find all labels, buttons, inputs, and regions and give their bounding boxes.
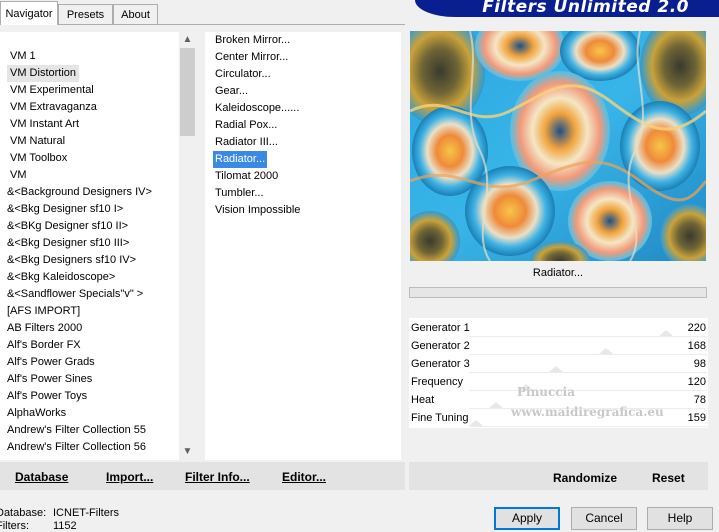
- category-item[interactable]: &<Background Designers IV>: [4, 184, 155, 201]
- filter-item[interactable]: Vision Impossible: [213, 202, 302, 219]
- category-item[interactable]: &<Bkg Designers sf10 IV>: [4, 252, 139, 269]
- category-item[interactable]: VM 1: [7, 48, 39, 65]
- slider-thumb-icon[interactable]: [489, 402, 503, 408]
- category-item[interactable]: VM Toolbox: [7, 150, 70, 167]
- tab-about[interactable]: About: [113, 4, 158, 24]
- category-item[interactable]: VM Distortion: [7, 65, 80, 82]
- cancel-button[interactable]: Cancel: [571, 507, 637, 530]
- parameter-name: Generator 3: [411, 358, 470, 370]
- category-item[interactable]: &<Bkg Kaleidoscope>: [4, 269, 118, 286]
- parameter-name: Frequency: [411, 376, 463, 388]
- slider-thumb-icon[interactable]: [469, 420, 483, 426]
- category-item[interactable]: AlphaWorks: [4, 405, 69, 422]
- category-item[interactable]: VM Extravaganza: [7, 99, 100, 116]
- filter-item[interactable]: Tilomat 2000: [213, 168, 280, 185]
- chevron-down-icon[interactable]: ▼: [179, 444, 196, 460]
- category-item[interactable]: AB Filters 2000: [4, 320, 85, 337]
- parameter-name: Generator 1: [411, 322, 470, 334]
- tab-navigator[interactable]: Navigator: [0, 1, 58, 25]
- parameter-value: 78: [693, 394, 706, 406]
- filter-item[interactable]: Circulator...: [213, 66, 273, 83]
- filters-status-value: 1152: [53, 520, 77, 532]
- slider-thumb-icon[interactable]: [549, 366, 563, 372]
- parameter-name: Fine Tuning: [411, 412, 469, 424]
- filters-status-label: Filters:: [0, 520, 29, 532]
- watermark-line1: Pinuccia: [517, 385, 575, 399]
- tab-navigator-label: Navigator: [5, 8, 53, 20]
- slider-thumb-icon[interactable]: [599, 348, 613, 354]
- category-item[interactable]: &<Bkg Designer sf10 I>: [4, 201, 126, 218]
- apply-button[interactable]: Apply: [494, 507, 560, 530]
- parameter-panel: Generator 1 220 Generator 2 168 Generator 39…: [409, 318, 708, 428]
- title-banner: Filters Unlimited 2.0: [415, 0, 719, 17]
- parameter-value: 120: [687, 376, 706, 388]
- filter-info-button[interactable]: Filter Info...: [185, 470, 250, 484]
- category-item[interactable]: Alf's Border FX: [4, 337, 84, 354]
- filter-item[interactable]: Center Mirror...: [213, 49, 290, 66]
- database-button[interactable]: Database: [15, 470, 68, 484]
- category-item[interactable]: Andrew's Filter Collection 56: [4, 439, 149, 456]
- randomize-button[interactable]: Randomize: [553, 471, 617, 485]
- category-item[interactable]: &<BKg Designer sf10 II>: [4, 218, 131, 235]
- category-scrollbar[interactable]: ▲ ▼: [179, 32, 196, 460]
- filter-item[interactable]: Radial Pox...: [213, 117, 279, 134]
- category-item[interactable]: VM: [7, 167, 30, 184]
- tab-about-label: About: [121, 9, 150, 21]
- filter-item[interactable]: Radiator III...: [213, 134, 280, 151]
- parameter-value: 168: [687, 340, 706, 352]
- category-item[interactable]: VM Instant Art: [7, 116, 82, 133]
- parameter-name: Heat: [411, 394, 435, 406]
- parameter-name: Generator 2: [411, 340, 470, 352]
- category-item[interactable]: &<Bkg Designer sf10 III>: [4, 235, 132, 252]
- banner-title: Filters Unlimited 2.0: [482, 0, 689, 17]
- filter-item[interactable]: Gear...: [213, 83, 250, 100]
- chevron-up-icon[interactable]: ▲: [179, 32, 196, 48]
- category-item[interactable]: VM Experimental: [7, 82, 97, 99]
- reset-button[interactable]: Reset: [652, 471, 685, 485]
- import-button[interactable]: Import...: [106, 470, 153, 484]
- slider-thumb-icon[interactable]: [659, 330, 673, 336]
- database-status-label: Database:: [0, 507, 47, 519]
- radiator-preview-art: [410, 31, 706, 261]
- editor-button[interactable]: Editor...: [282, 470, 326, 484]
- preview-filter-name: Radiator...: [532, 267, 584, 279]
- tab-presets-label: Presets: [66, 9, 105, 21]
- filter-item[interactable]: Broken Mirror...: [213, 32, 292, 49]
- scrollbar-thumb[interactable]: [180, 48, 195, 136]
- category-item[interactable]: Alf's Power Sines: [4, 371, 95, 388]
- category-item[interactable]: [AFS IMPORT]: [4, 303, 83, 320]
- progress-bar: [409, 287, 707, 298]
- preview-image: [410, 31, 706, 261]
- category-item[interactable]: &<Sandflower Specials"v" >: [4, 286, 146, 303]
- category-item[interactable]: Alf's Power Toys: [4, 388, 90, 405]
- category-item[interactable]: Alf's Power Grads: [4, 354, 98, 371]
- help-button[interactable]: Help: [647, 507, 713, 530]
- category-item[interactable]: Andrew's Filter Collection 55: [4, 422, 149, 439]
- parameter-track[interactable]: [469, 426, 707, 427]
- parameter-value: 159: [687, 412, 706, 424]
- parameter-value: 98: [693, 358, 706, 370]
- watermark-line2: www.maidiregrafica.eu: [511, 405, 664, 419]
- filter-item[interactable]: Kaleidoscope......: [213, 100, 301, 117]
- category-list[interactable]: VM 1 VM Distortion VM Experimental VM Extra…: [0, 32, 179, 460]
- tab-presets[interactable]: Presets: [58, 4, 113, 24]
- database-status-value: ICNET-Filters: [53, 507, 119, 519]
- tab-strip-line: [0, 24, 405, 25]
- filter-list[interactable]: Broken Mirror... Center Mirror... Circulat…: [205, 32, 401, 460]
- filter-item[interactable]: Tumbler...: [213, 185, 266, 202]
- filter-item[interactable]: Radiator...: [213, 151, 268, 168]
- category-item[interactable]: VM Natural: [7, 133, 68, 150]
